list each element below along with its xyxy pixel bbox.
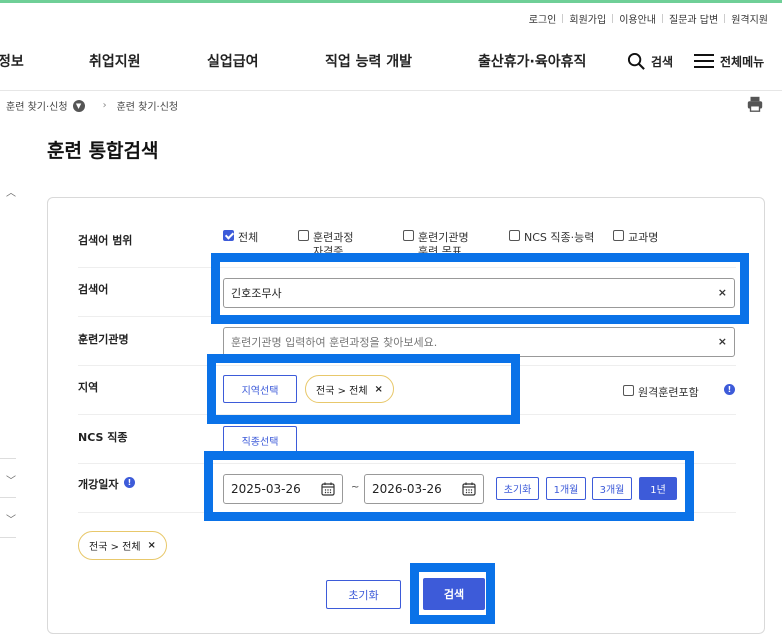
selected-region-chip[interactable]: 전국 > 전체 × [78,531,167,560]
menu-unemployment-benefit[interactable]: 실업급여 [207,51,259,71]
breadcrumb-first: 훈련 찾기·신청 [6,102,68,113]
page-title: 훈련 통합검색 [47,140,159,162]
hamburger-icon [694,54,714,68]
qna-link[interactable]: 질문과 답변 [669,11,718,26]
chevron-down-icon[interactable]: ﹀ [6,472,16,487]
keyword-label: 검색어 [78,283,109,296]
chevron-up-icon[interactable]: ︿ [6,184,16,199]
menu-info[interactable]: 정보 [0,51,24,71]
menu-parental-leave[interactable]: 출산휴가·육아휴직 [478,51,586,71]
side-divider [0,497,16,498]
checkbox-checked-icon [223,230,234,241]
chevron-right-icon: › [102,100,107,111]
chevron-down-icon[interactable]: ﹀ [6,511,16,526]
gnb-search-button[interactable]: 검색 [627,52,673,71]
remote-training-checkbox[interactable]: 원격훈련포함 [623,384,699,400]
login-link[interactable]: 로그인 [529,11,557,26]
main-nav: 정보 취업지원 실업급여 직업 능력 개발 출산휴가·육아휴직 검색 전체메뉴 [0,34,782,88]
institution-label: 훈련기관명 [78,333,129,346]
highlight-keyword [211,253,749,324]
scope-subject-checkbox[interactable]: 교과명 [613,229,658,245]
institution-input[interactable]: 훈련기관명 입력하여 훈련과정을 찾아보세요. × [223,327,735,357]
top-accent-line [0,0,782,3]
breadcrumb-second[interactable]: 훈련 찾기·신청 [117,98,179,113]
utility-nav: 로그인 회원가입 이용안내 질문과 답변 원격지원 [529,11,768,26]
highlight-search [410,563,495,624]
info-icon[interactable]: ! [724,384,735,395]
chevron-down-icon[interactable]: ▼ [72,99,85,112]
side-divider [0,458,16,459]
scope-label: 검색어 범위 [78,234,133,247]
reset-button[interactable]: 초기화 [326,580,401,609]
search-icon [627,52,645,70]
breadcrumb: 훈련 찾기·신청 ▼ › 훈련 찾기·신청 [6,98,178,113]
highlight-date [204,451,694,521]
scope-ncs-checkbox[interactable]: NCS 직종·능력 [509,229,594,245]
menu-vocational-training[interactable]: 직업 능력 개발 [325,51,412,71]
all-menu-button[interactable]: 전체메뉴 [694,53,764,70]
date-label: 개강일자 [78,478,119,491]
clear-icon[interactable]: × [718,335,727,348]
search-label: 검색 [651,54,674,69]
close-icon[interactable]: × [148,540,156,551]
ncs-select-button[interactable]: 직종선택 [223,426,297,454]
print-icon[interactable] [746,95,764,113]
menu-employment-support[interactable]: 취업지원 [89,51,141,71]
remote-support-link[interactable]: 원격지원 [731,11,768,26]
nav-divider [0,90,782,91]
ncs-label: NCS 직종 [78,431,128,444]
signup-link[interactable]: 회원가입 [569,11,606,26]
highlight-region [207,354,520,424]
all-menu-label: 전체메뉴 [720,54,765,69]
scope-all-checkbox[interactable]: 전체 [223,229,258,245]
side-divider [0,537,16,538]
info-icon[interactable]: ! [124,477,135,488]
guide-link[interactable]: 이용안내 [619,11,656,26]
region-label: 지역 [78,381,99,394]
